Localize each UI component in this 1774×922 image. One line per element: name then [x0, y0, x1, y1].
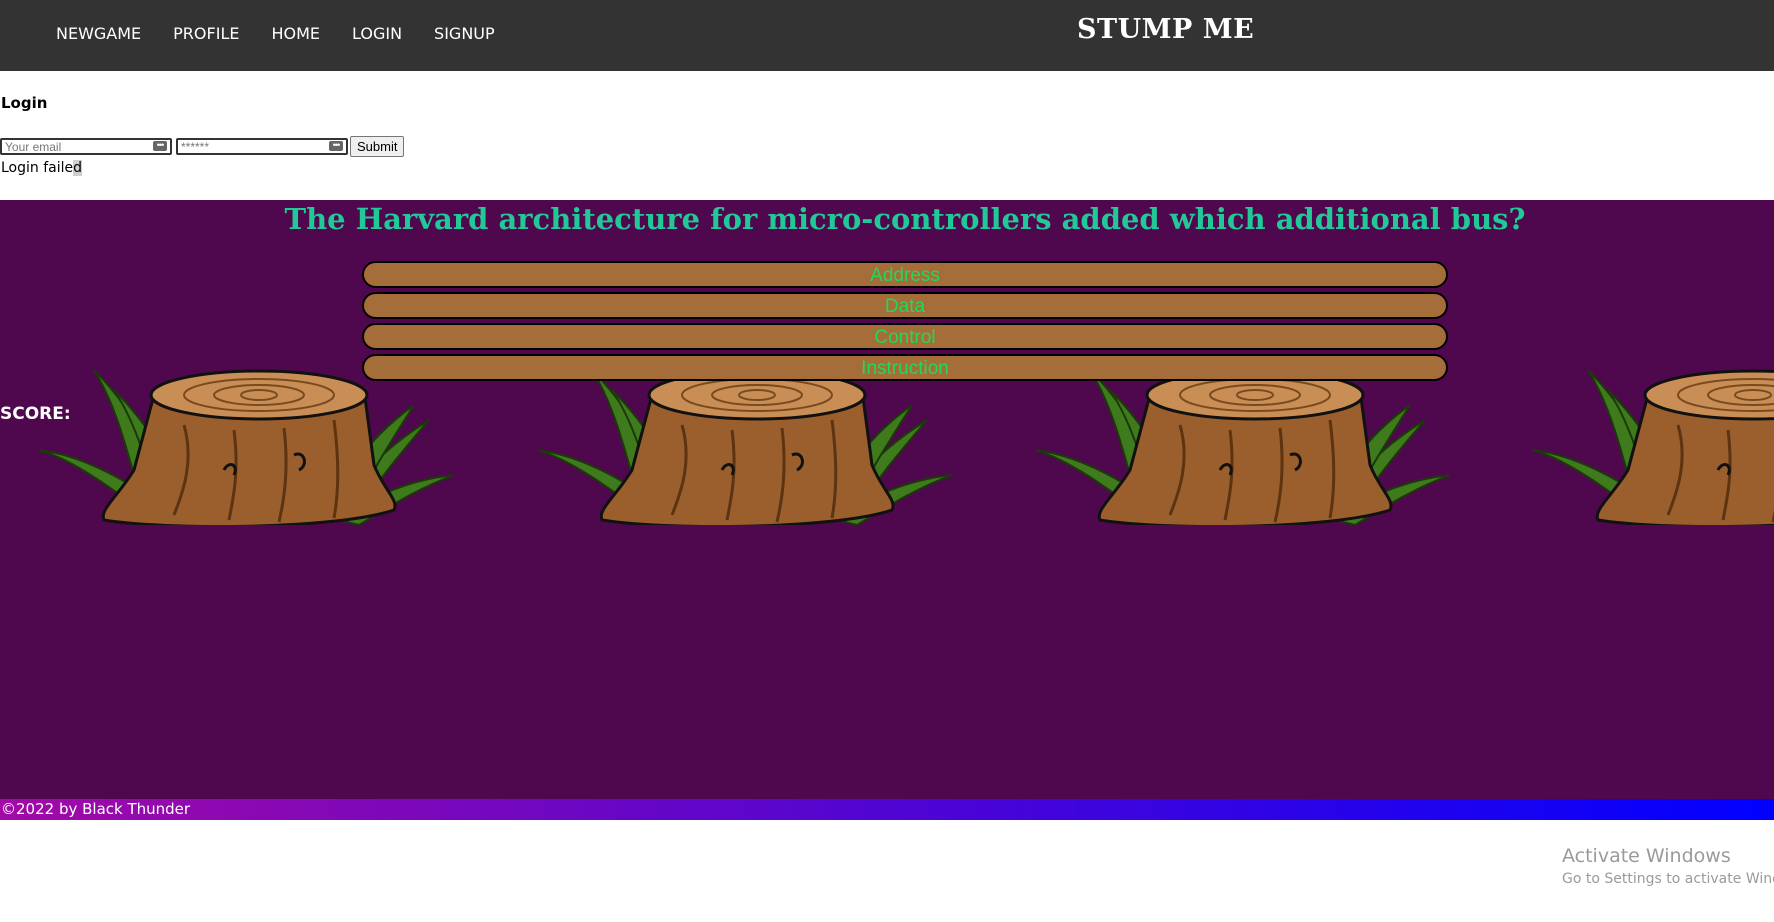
- nav-link-profile[interactable]: PROFILE: [173, 24, 239, 43]
- nav-links: NEWGAME PROFILE HOME LOGIN SIGNUP: [40, 0, 511, 66]
- answer-button-instruction[interactable]: Instruction: [362, 354, 1448, 381]
- login-section: Login ••• ••• Submit Login failed: [0, 71, 1774, 200]
- copyright-text: ©2022 by Black Thunder: [1, 800, 191, 818]
- site-title: STUMP ME: [1077, 14, 1255, 45]
- tree-stump-image: [1531, 368, 1774, 525]
- answer-button-data[interactable]: Data: [362, 292, 1448, 319]
- password-field-wrap: •••: [176, 138, 348, 156]
- nav-link-home[interactable]: HOME: [271, 24, 320, 43]
- password-manager-icon[interactable]: •••: [329, 140, 343, 151]
- watermark-subtitle: Go to Settings to activate Windows.: [1562, 871, 1774, 887]
- nav-link-login[interactable]: LOGIN: [352, 24, 402, 43]
- login-status-message: Login failed: [1, 160, 83, 176]
- login-status-text: Login faile: [1, 160, 74, 176]
- answer-button-control[interactable]: Control: [362, 323, 1448, 350]
- top-navbar: NEWGAME PROFILE HOME LOGIN SIGNUP STUMP …: [0, 0, 1774, 71]
- login-form: ••• ••• Submit: [0, 136, 405, 157]
- nav-link-newgame[interactable]: NEWGAME: [56, 24, 141, 43]
- question-text: The Harvard architecture for micro-contr…: [284, 202, 1526, 236]
- score-label: SCORE:: [0, 404, 71, 424]
- password-input[interactable]: [176, 138, 348, 155]
- nav-link-signup[interactable]: SIGNUP: [434, 24, 495, 43]
- selected-text: d: [73, 160, 83, 176]
- watermark-title: Activate Windows: [1562, 845, 1731, 867]
- submit-button[interactable]: Submit: [350, 136, 405, 157]
- password-manager-icon[interactable]: •••: [153, 140, 167, 151]
- answer-list: Address Data Control Instruction: [362, 261, 1448, 385]
- answer-button-address[interactable]: Address: [362, 261, 1448, 288]
- email-input[interactable]: [0, 138, 172, 155]
- login-heading: Login: [1, 94, 48, 112]
- footer: ©2022 by Black Thunder: [0, 799, 1774, 820]
- activate-windows-watermark: Activate Windows Go to Settings to activ…: [1562, 845, 1774, 887]
- email-field-wrap: •••: [0, 138, 172, 156]
- game-area: The Harvard architecture for micro-contr…: [0, 200, 1774, 799]
